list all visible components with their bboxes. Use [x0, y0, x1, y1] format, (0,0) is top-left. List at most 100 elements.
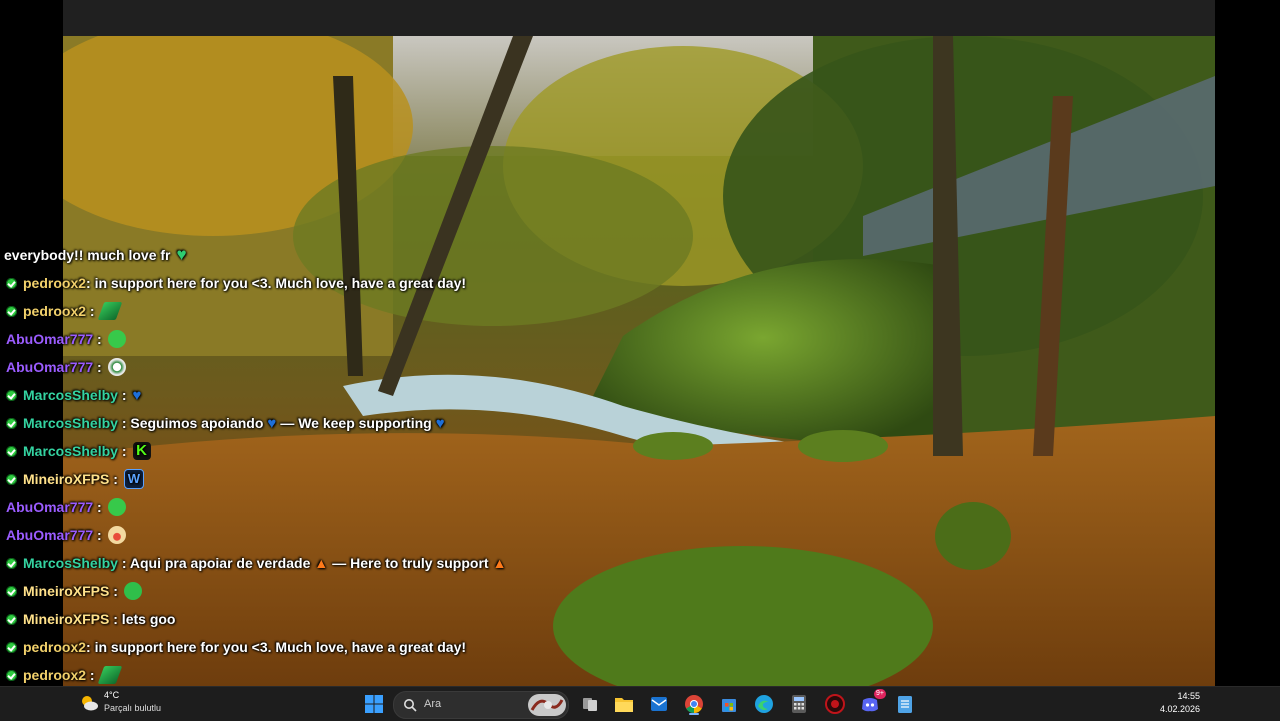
verified-badge-icon [6, 277, 17, 289]
verified-badge-icon [6, 473, 17, 485]
chat-username: AbuOmar777 [6, 359, 94, 375]
chat-message-text: : [109, 583, 118, 599]
chat-username: MarcosShelby [23, 555, 118, 571]
chat-username: pedroox2 [23, 275, 87, 291]
chat-message-partial: everybody!! much love fr ♥ [4, 242, 187, 268]
file-explorer-button[interactable] [612, 692, 636, 716]
chat-message-text: : [93, 527, 102, 543]
verified-badge-icon [6, 613, 17, 625]
clock-time: 14:55 [1177, 691, 1200, 701]
chat-username: MarcosShelby [23, 387, 118, 403]
chat-overlay: everybody!! much love fr ♥ pedroox2: in s… [0, 236, 620, 686]
chat-message-text: : [93, 499, 102, 515]
chat-message: AbuOmar777 : [6, 354, 126, 380]
chat-message: MarcosShelby : ♥ [6, 382, 145, 408]
chat-message-text: : Seguimos apoiando [117, 415, 264, 431]
chat-message-text: : [86, 303, 95, 319]
chat-username: MineiroXFPS [23, 583, 110, 599]
chat-message-text: : [109, 471, 118, 487]
chat-message-text: : Aqui pra apoiar de verdade [117, 555, 311, 571]
chat-message-text: : in support here for you <3. Much love,… [86, 639, 467, 655]
weather-description: Parçalı bulutlu [104, 703, 162, 713]
chat-message: AbuOmar777 : [6, 326, 126, 352]
green-heart-icon: ♥ [176, 245, 187, 264]
notepad-icon [898, 696, 912, 713]
verified-badge-icon [6, 417, 17, 429]
chat-message: MarcosShelby : Seguimos apoiando ♥ — We ke… [6, 410, 449, 436]
chat-username: AbuOmar777 [6, 331, 94, 347]
notepad-button[interactable] [893, 692, 917, 716]
obs-button[interactable] [823, 692, 847, 716]
chat-message: MineiroXFPS : lets goo [6, 606, 175, 632]
notification-badge: 9+ [874, 689, 886, 699]
store-icon [722, 699, 736, 712]
taskbar-search[interactable]: Ara [393, 691, 569, 719]
calculator-icon [792, 695, 806, 713]
chat-message: AbuOmar777 : [6, 522, 126, 548]
search-highlight-image [528, 694, 566, 716]
chrome-icon [685, 695, 703, 713]
chat-message: MineiroXFPS : [6, 578, 142, 604]
skull-emote-icon [107, 358, 126, 377]
clock-date: 4.02.2026 [1159, 704, 1200, 714]
plant-emote-icon [97, 302, 122, 321]
chat-message: MarcosShelby : Aqui pra apoiar de verdad… [6, 550, 510, 576]
chat-message-text: : [117, 443, 127, 459]
chat-message-text: : [93, 331, 102, 347]
chat-username: pedroox2 [23, 639, 87, 655]
search-icon [404, 699, 417, 712]
chat-message-text: : [93, 359, 102, 375]
task-view-button[interactable] [578, 692, 602, 716]
chat-message-text: : in support here for you <3. Much love,… [86, 275, 467, 291]
taskbar: 4°C Parçalı bulutlu Ara 9+ 14:55 4.02.20… [0, 686, 1280, 721]
fire-icon: ▲ [492, 555, 507, 571]
chat-message: pedroox2: in support here for you <3. Mu… [6, 270, 466, 296]
chat-message-text: everybody!! much love fr [4, 247, 171, 263]
chat-message-text: : [117, 387, 127, 403]
chat-username: pedroox2 [23, 667, 87, 683]
edge-button[interactable] [752, 692, 776, 716]
green-blob-emote-icon [107, 330, 126, 349]
task-view-icon [583, 698, 597, 711]
start-button[interactable] [362, 692, 386, 716]
plant-emote-icon [97, 666, 122, 685]
edge-icon [755, 695, 773, 713]
chrome-button[interactable] [682, 692, 706, 716]
chat-message: pedroox2 : [6, 662, 122, 686]
outlook-button[interactable] [647, 692, 671, 716]
windows-logo-icon [365, 695, 383, 713]
fire-icon: ▲ [314, 555, 329, 571]
chat-message: AbuOmar777 : [6, 494, 126, 520]
verified-badge-icon [6, 389, 17, 401]
chat-message-text: : lets goo [109, 611, 176, 627]
calculator-button[interactable] [787, 692, 811, 716]
verified-badge-icon [6, 669, 17, 681]
chat-message: MarcosShelby : K [6, 438, 151, 464]
search-placeholder: Ara [424, 698, 442, 710]
verified-badge-icon [6, 585, 17, 597]
green-face-emote-icon [123, 582, 142, 601]
window-title-bar [63, 0, 1215, 36]
verified-badge-icon [6, 557, 17, 569]
partly-cloudy-icon [82, 696, 98, 711]
verified-badge-icon [6, 445, 17, 457]
blue-heart-emote-icon: ♥ [132, 387, 142, 404]
folder-icon [615, 698, 633, 712]
obs-icon [825, 694, 845, 714]
system-clock[interactable]: 14:55 4.02.2026 [1160, 690, 1200, 716]
chat-message: MineiroXFPS : W [6, 466, 144, 492]
chat-message: pedroox2: in support here for you <3. Mu… [6, 634, 466, 660]
black-bar-right [1215, 0, 1280, 686]
weather-widget[interactable]: 4°C Parçalı bulutlu [78, 687, 188, 721]
chat-message-text: : [86, 667, 95, 683]
discord-button[interactable]: 9+ [858, 689, 886, 716]
chat-message-text-translation: — We keep supporting [280, 415, 432, 431]
chat-username: MarcosShelby [23, 415, 118, 431]
chat-username: MineiroXFPS [23, 611, 110, 627]
verified-badge-icon [6, 641, 17, 653]
weather-temperature: 4°C [104, 690, 120, 700]
microsoft-store-button[interactable] [717, 692, 741, 716]
chat-username: pedroox2 [23, 303, 87, 319]
outlook-icon [651, 697, 667, 711]
chat-username: MineiroXFPS [23, 471, 110, 487]
